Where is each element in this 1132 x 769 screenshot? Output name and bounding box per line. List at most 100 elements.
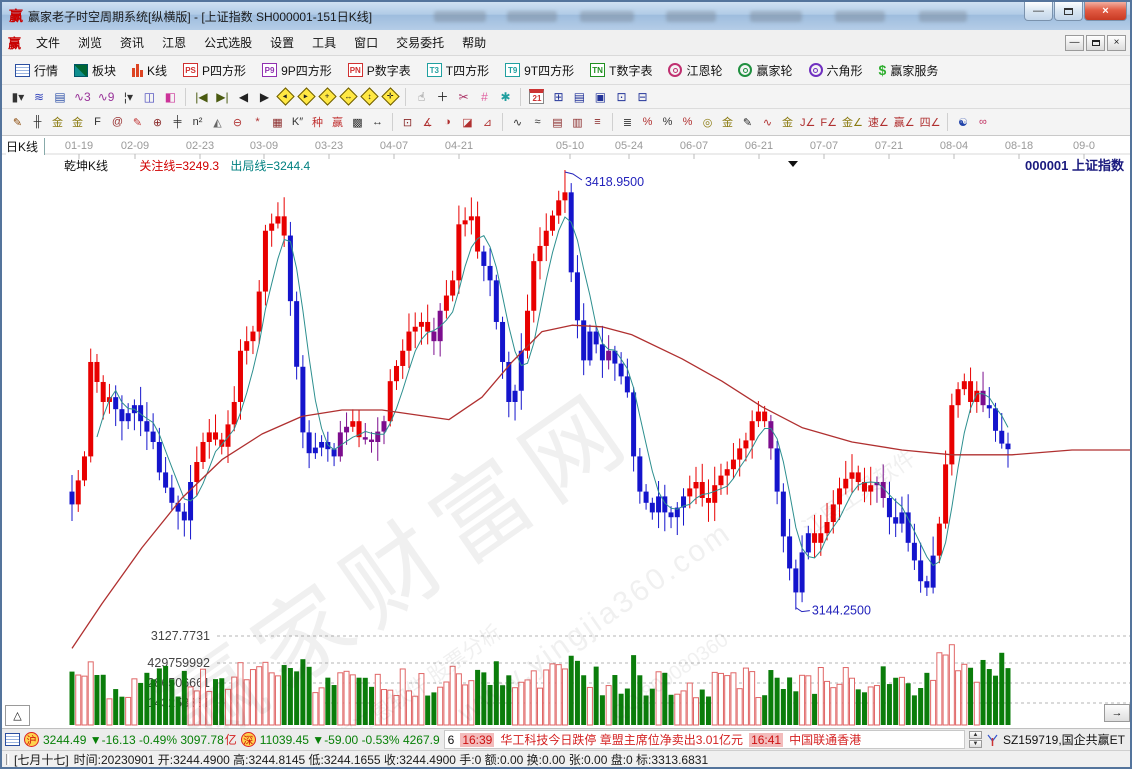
wave3-icon[interactable]: ∿3	[71, 87, 94, 107]
menu-3[interactable]: 江恩	[153, 33, 195, 53]
first-bar-button[interactable]: |◀	[191, 87, 211, 107]
calculator-icon[interactable]: ⊞	[548, 87, 568, 107]
mirror-angle-tool[interactable]: ◭	[208, 113, 227, 132]
n2-grid-tool[interactable]: n²	[188, 113, 207, 132]
zhong-grid-tool[interactable]: 种	[308, 113, 327, 132]
maximize-button[interactable]	[1054, 2, 1083, 21]
quote-grid-icon[interactable]	[5, 733, 20, 746]
kline-button[interactable]: K线	[125, 59, 174, 82]
span-arrow-tool[interactable]: ↔	[368, 113, 387, 132]
gold-underline-tool[interactable]: 金	[778, 113, 797, 132]
title-bar[interactable]: 赢 赢家老子时空周期系统[纵横版] - [上证指数 SH000001-151日K…	[2, 2, 1130, 30]
red-pen-tool[interactable]: ✎	[128, 113, 147, 132]
circle-cross-tool[interactable]: ⊖	[228, 113, 247, 132]
fan-lines-tool[interactable]: ∡	[418, 113, 437, 132]
menu-6[interactable]: 工具	[303, 33, 345, 53]
quotes-button[interactable]: 行情	[8, 59, 65, 82]
f-angle-tool[interactable]: F∠	[818, 113, 839, 132]
box-handle-tool[interactable]: ⊡	[398, 113, 417, 132]
fan-sector-tool[interactable]: ◑	[438, 113, 457, 132]
sectors-button[interactable]: 板块	[67, 59, 123, 82]
web-grid-tool[interactable]: ▦	[268, 113, 287, 132]
percent-tool[interactable]: %	[658, 113, 677, 132]
winner-wheel-button[interactable]: 赢家轮	[731, 59, 799, 82]
yinyang-icon[interactable]: ☯	[953, 113, 972, 132]
period-selector[interactable]: ▮▾	[8, 87, 28, 107]
menu-8[interactable]: 交易委托	[387, 33, 453, 53]
gold-grid-tool[interactable]: 金	[48, 113, 67, 132]
menu-5[interactable]: 设置	[261, 33, 303, 53]
crosshair-tool[interactable]: ＋	[432, 87, 452, 107]
chart-canvas[interactable]: 01-1902-0902-2303-0903-2304-0704-2105-10…	[2, 136, 1130, 728]
wave-tool[interactable]: ≈	[528, 113, 547, 132]
mdi-close-button[interactable]: ×	[1107, 35, 1126, 51]
zigzag-tool[interactable]: ∿	[508, 113, 527, 132]
spin-down-icon[interactable]: ▼	[969, 740, 982, 748]
ink-pen-tool[interactable]: ✎	[738, 113, 757, 132]
close-button[interactable]: ×	[1084, 2, 1127, 21]
prev-bar-button[interactable]: ◀	[233, 87, 253, 107]
menu-0[interactable]: 文件	[27, 33, 69, 53]
starburst-tool[interactable]: *	[248, 113, 267, 132]
mdi-minimize-button[interactable]: —	[1065, 35, 1084, 51]
k-quote-tool[interactable]: K″	[288, 113, 307, 132]
diamond-horizontal[interactable]: ↔	[338, 87, 358, 107]
hist-bars-tool[interactable]: ≣	[618, 113, 637, 132]
expand-pane-button[interactable]: △	[5, 705, 30, 726]
pattern2-icon[interactable]: ◫	[139, 87, 159, 107]
diamond-right[interactable]: ▸	[296, 87, 316, 107]
gann-wheel-button[interactable]: 江恩轮	[661, 59, 729, 82]
9p-square-button[interactable]: P99P四方形	[255, 59, 339, 82]
menu-4[interactable]: 公式选股	[195, 33, 261, 53]
colored-flag-icon[interactable]: ◧	[160, 87, 180, 107]
next-bar-button[interactable]: ▶	[254, 87, 274, 107]
last-bar-button[interactable]: ▶|	[212, 87, 232, 107]
infinity-icon[interactable]: ∞	[973, 113, 992, 132]
winner-service-button[interactable]: $赢家服务	[872, 59, 946, 82]
menu-7[interactable]: 窗口	[345, 33, 387, 53]
ying-grid-tool[interactable]: 赢	[328, 113, 347, 132]
knot-tool[interactable]: ✱	[495, 87, 515, 107]
menu-2[interactable]: 资讯	[111, 33, 153, 53]
angle-fan-tool[interactable]: ⊿	[478, 113, 497, 132]
grid-b-tool[interactable]: ▥	[568, 113, 587, 132]
spiral-tool[interactable]: @	[108, 113, 127, 132]
spin-up-icon[interactable]: ▲	[969, 731, 982, 739]
f-grid-tool[interactable]: F	[88, 113, 107, 132]
pink-grid-tool[interactable]: #	[474, 87, 494, 107]
remote-icon[interactable]: ⊟	[632, 87, 652, 107]
menu-1[interactable]: 浏览	[69, 33, 111, 53]
measure-tool[interactable]: ✂	[453, 87, 473, 107]
pattern-icon[interactable]: ≋	[29, 87, 49, 107]
save-icon[interactable]: ▣	[590, 87, 610, 107]
gold-line-tool[interactable]: 金	[718, 113, 737, 132]
diamond-expand[interactable]: ✛	[380, 87, 400, 107]
percent-line-tool[interactable]: %	[638, 113, 657, 132]
grid-tool[interactable]: ╫	[28, 113, 47, 132]
minimize-button[interactable]: —	[1024, 2, 1053, 21]
p-square-button[interactable]: PSP四方形	[176, 59, 253, 82]
diamond-cross[interactable]: +	[317, 87, 337, 107]
channel-wave-tool[interactable]: ∿	[758, 113, 777, 132]
network-icon[interactable]: ⊡	[611, 87, 631, 107]
gold-circle-tool[interactable]: ◎	[698, 113, 717, 132]
calendar-icon[interactable]: 21	[526, 87, 547, 107]
ying-angle-tool[interactable]: 赢∠	[892, 113, 917, 132]
ticker-stock-label[interactable]: SZ159719,国企共赢ET	[1003, 731, 1125, 748]
scroll-right-button[interactable]: →	[1104, 704, 1130, 722]
grid-a-tool[interactable]: ▤	[548, 113, 567, 132]
brush-tool[interactable]: ✎	[8, 113, 27, 132]
su-angle-tool[interactable]: 速∠	[866, 113, 891, 132]
menu-9[interactable]: 帮助	[453, 33, 495, 53]
t-square-button[interactable]: T3T四方形	[420, 59, 496, 82]
hand-tool[interactable]: ☝	[411, 87, 431, 107]
si-angle-tool[interactable]: 四∠	[918, 113, 943, 132]
hexagon-button[interactable]: 六角形	[802, 59, 870, 82]
fan-hatch-tool[interactable]: ◪	[458, 113, 477, 132]
gann-compass-tool[interactable]: ⊕	[148, 113, 167, 132]
9t-square-button[interactable]: T99T四方形	[498, 59, 581, 82]
chart-pane[interactable]: 日K线 乾坤K线 关注线=3249.3 出局线=3244.4 000001 上证…	[2, 136, 1130, 728]
j-angle-tool[interactable]: J∠	[798, 113, 817, 132]
percent-gold-tool[interactable]: %	[678, 113, 697, 132]
dense-grid-tool[interactable]: ▩	[348, 113, 367, 132]
